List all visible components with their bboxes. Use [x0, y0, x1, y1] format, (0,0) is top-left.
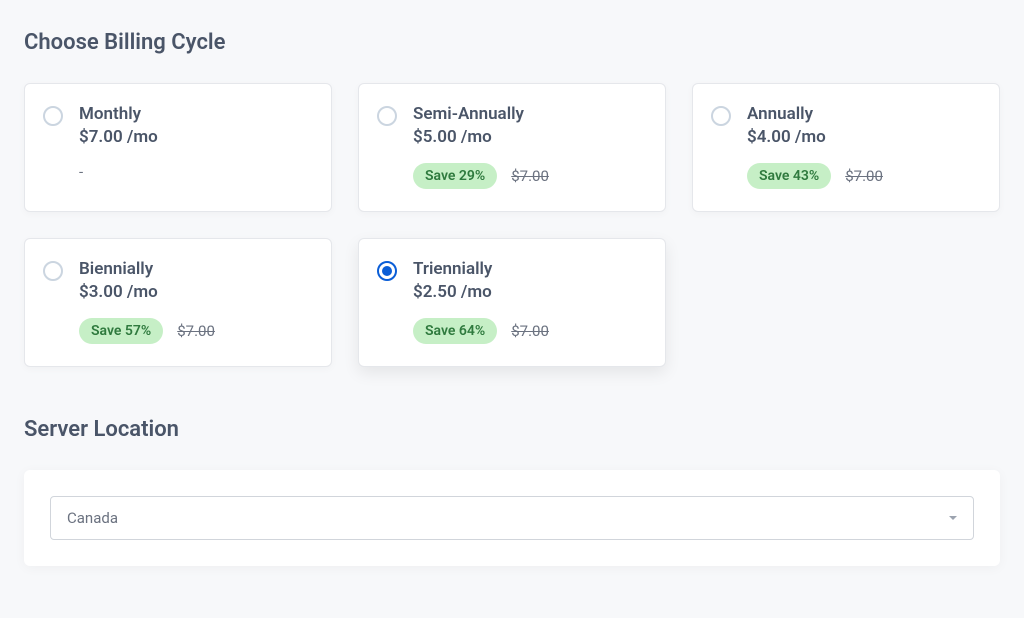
billing-content: Monthly $7.00 /mo -: [79, 104, 158, 181]
plan-price: $7.00 /mo: [79, 127, 158, 147]
old-price: $7.00: [511, 322, 549, 340]
radio-icon: [377, 261, 397, 281]
radio-icon: [377, 106, 397, 126]
server-location-select[interactable]: Canada: [50, 496, 974, 540]
savings-row: Save 43% $7.00: [747, 163, 883, 189]
server-location-title: Server Location: [24, 417, 1000, 442]
radio-icon: [43, 261, 63, 281]
save-badge: Save 64%: [413, 318, 497, 344]
billing-content: Biennially $3.00 /mo Save 57% $7.00: [79, 259, 215, 344]
savings-row: Save 64% $7.00: [413, 318, 549, 344]
server-location-select-wrapper: Canada: [50, 496, 974, 540]
save-badge: Save 57%: [79, 318, 163, 344]
billing-options-grid: Monthly $7.00 /mo - Semi-Annually $5.00 …: [24, 83, 1000, 367]
plan-price: $3.00 /mo: [79, 282, 215, 302]
radio-icon: [43, 106, 63, 126]
save-badge: Save 29%: [413, 163, 497, 189]
billing-content: Semi-Annually $5.00 /mo Save 29% $7.00: [413, 104, 549, 189]
old-price: $7.00: [511, 167, 549, 185]
billing-option-biennially[interactable]: Biennially $3.00 /mo Save 57% $7.00: [24, 238, 332, 367]
billing-cycle-title: Choose Billing Cycle: [24, 30, 1000, 55]
old-price: $7.00: [177, 322, 215, 340]
savings-row: Save 57% $7.00: [79, 318, 215, 344]
no-savings-dash: -: [79, 163, 158, 181]
plan-price: $5.00 /mo: [413, 127, 549, 147]
savings-row: Save 29% $7.00: [413, 163, 549, 189]
plan-name: Monthly: [79, 104, 158, 124]
billing-option-triennially[interactable]: Triennially $2.50 /mo Save 64% $7.00: [358, 238, 666, 367]
billing-option-annually[interactable]: Annually $4.00 /mo Save 43% $7.00: [692, 83, 1000, 212]
plan-name: Annually: [747, 104, 883, 124]
old-price: $7.00: [845, 167, 883, 185]
billing-option-monthly[interactable]: Monthly $7.00 /mo -: [24, 83, 332, 212]
server-location-selected: Canada: [67, 509, 118, 527]
radio-icon: [711, 106, 731, 126]
plan-name: Semi-Annually: [413, 104, 549, 124]
plan-price: $2.50 /mo: [413, 282, 549, 302]
plan-name: Biennially: [79, 259, 215, 279]
billing-content: Triennially $2.50 /mo Save 64% $7.00: [413, 259, 549, 344]
save-badge: Save 43%: [747, 163, 831, 189]
billing-option-semi-annually[interactable]: Semi-Annually $5.00 /mo Save 29% $7.00: [358, 83, 666, 212]
chevron-down-icon: [949, 516, 957, 520]
billing-content: Annually $4.00 /mo Save 43% $7.00: [747, 104, 883, 189]
server-location-card: Canada: [24, 470, 1000, 566]
plan-name: Triennially: [413, 259, 549, 279]
plan-price: $4.00 /mo: [747, 127, 883, 147]
